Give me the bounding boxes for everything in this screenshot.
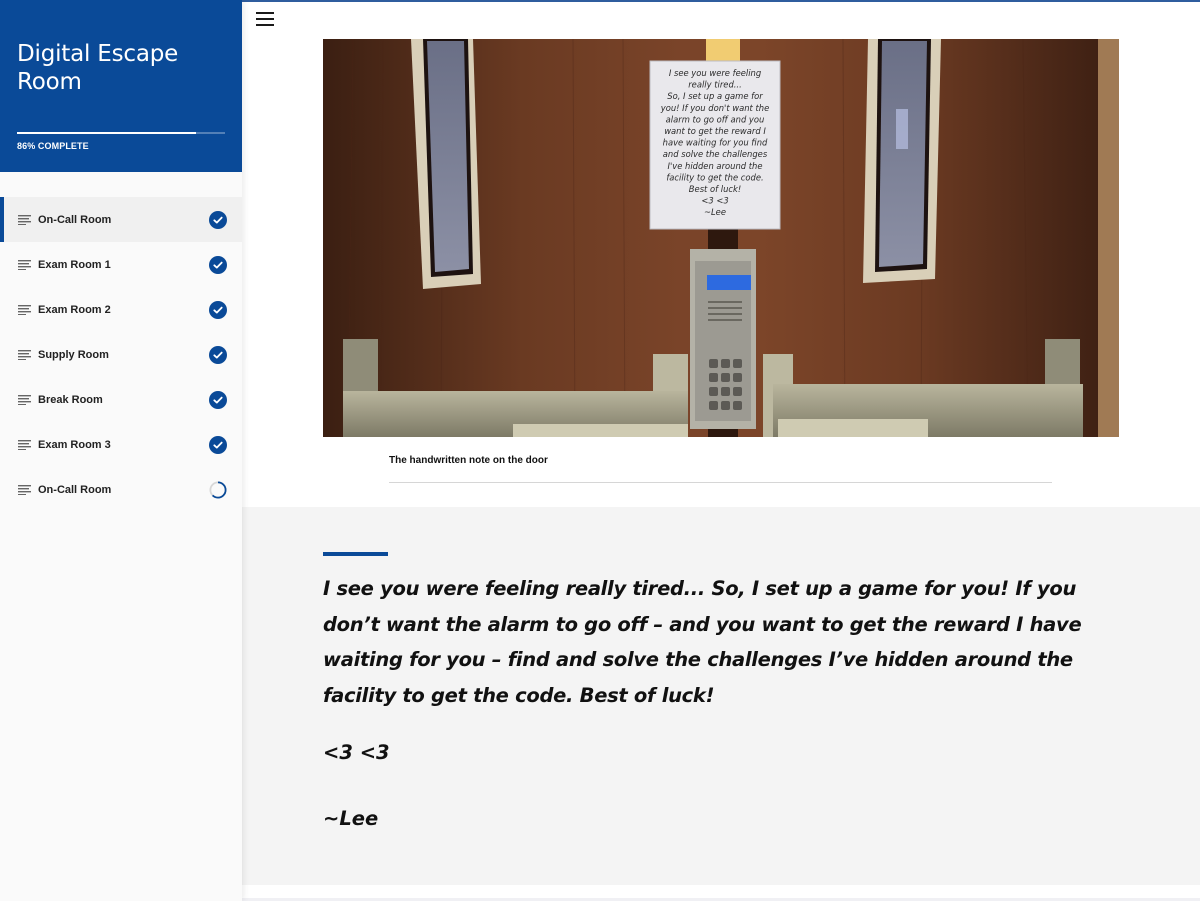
lesson-item[interactable]: On-Call Room xyxy=(0,197,242,242)
sidebar-header: Digital Escape Room 86% COMPLETE xyxy=(0,0,242,172)
note-line: ~Lee xyxy=(704,207,726,217)
lesson-item[interactable]: On-Call Room xyxy=(0,467,242,512)
note-line: really tired... xyxy=(688,80,742,90)
check-circle-icon xyxy=(209,210,227,229)
text-lines-icon xyxy=(18,439,31,450)
note-line: I see you were feeling xyxy=(669,68,761,78)
course-title: Digital Escape Room xyxy=(17,41,179,95)
lesson-item[interactable]: Exam Room 2 xyxy=(0,287,242,332)
caption-divider xyxy=(389,482,1052,483)
lesson-item[interactable]: Exam Room 1 xyxy=(0,242,242,287)
lesson-item[interactable]: Supply Room xyxy=(0,332,242,377)
check-circle-icon xyxy=(209,390,227,409)
note-line: <3 <3 xyxy=(701,196,728,206)
lesson-label: Exam Room 1 xyxy=(38,258,111,271)
sidebar: Digital Escape Room 86% COMPLETE On-Call… xyxy=(0,0,242,901)
lesson-label: On-Call Room xyxy=(38,213,112,226)
note-line: alarm to go off and you xyxy=(666,114,765,124)
in-progress-circle-icon xyxy=(209,481,227,499)
quote-signature: ~Lee xyxy=(323,807,379,830)
text-lines-icon xyxy=(18,214,31,225)
text-lines-icon xyxy=(18,259,31,270)
text-lines-icon xyxy=(18,304,31,315)
note-line: want to get the reward I xyxy=(664,126,766,136)
note-line: and solve the challenges xyxy=(663,149,768,159)
note-line: So, I set up a game for xyxy=(667,91,763,101)
check-circle-icon xyxy=(209,300,227,319)
hamburger-icon[interactable] xyxy=(256,12,274,26)
course-progress-fill xyxy=(17,132,196,134)
text-lines-icon xyxy=(18,484,31,495)
text-lines-icon xyxy=(18,394,31,405)
lesson-label: Supply Room xyxy=(38,348,109,361)
note-line: Best of luck! xyxy=(689,184,741,194)
door-scene-illustration: I see you were feeling really tired...So,… xyxy=(323,39,1119,437)
course-progress-label: 86% COMPLETE xyxy=(17,141,89,151)
course-progress-bar xyxy=(17,132,225,134)
note-line: I've hidden around the xyxy=(668,161,763,171)
text-lines-icon xyxy=(18,349,31,360)
lesson-label: Exam Room 2 xyxy=(38,303,111,316)
quote-accent-bar xyxy=(323,552,388,556)
lesson-item[interactable]: Break Room xyxy=(0,377,242,422)
note-line: have waiting for you find xyxy=(663,138,768,148)
quote-body: I see you were feeling really tired... S… xyxy=(323,577,1082,707)
check-circle-icon xyxy=(209,255,227,274)
quote-block: I see you were feeling really tired... S… xyxy=(242,507,1200,885)
lesson-list: On-Call Room Exam Room 1 Exam Room 2 Supply… xyxy=(0,197,242,512)
check-circle-icon xyxy=(209,435,227,454)
lesson-label: On-Call Room xyxy=(38,483,112,496)
lesson-item[interactable]: Exam Room 3 xyxy=(0,422,242,467)
quote-hearts: <3 <3 xyxy=(323,741,390,764)
door-note-image: I see you were feeling really tired... So,… xyxy=(323,39,1119,437)
check-circle-icon xyxy=(209,345,227,364)
note-line: you! If you don't want the xyxy=(660,103,770,113)
figure-caption: The handwritten note on the door xyxy=(389,455,548,466)
lesson-label: Break Room xyxy=(38,393,103,406)
lesson-label: Exam Room 3 xyxy=(38,438,111,451)
main-content: I see you were feeling really tired... So,… xyxy=(242,0,1200,901)
note-line: facility to get the code. xyxy=(666,172,763,182)
